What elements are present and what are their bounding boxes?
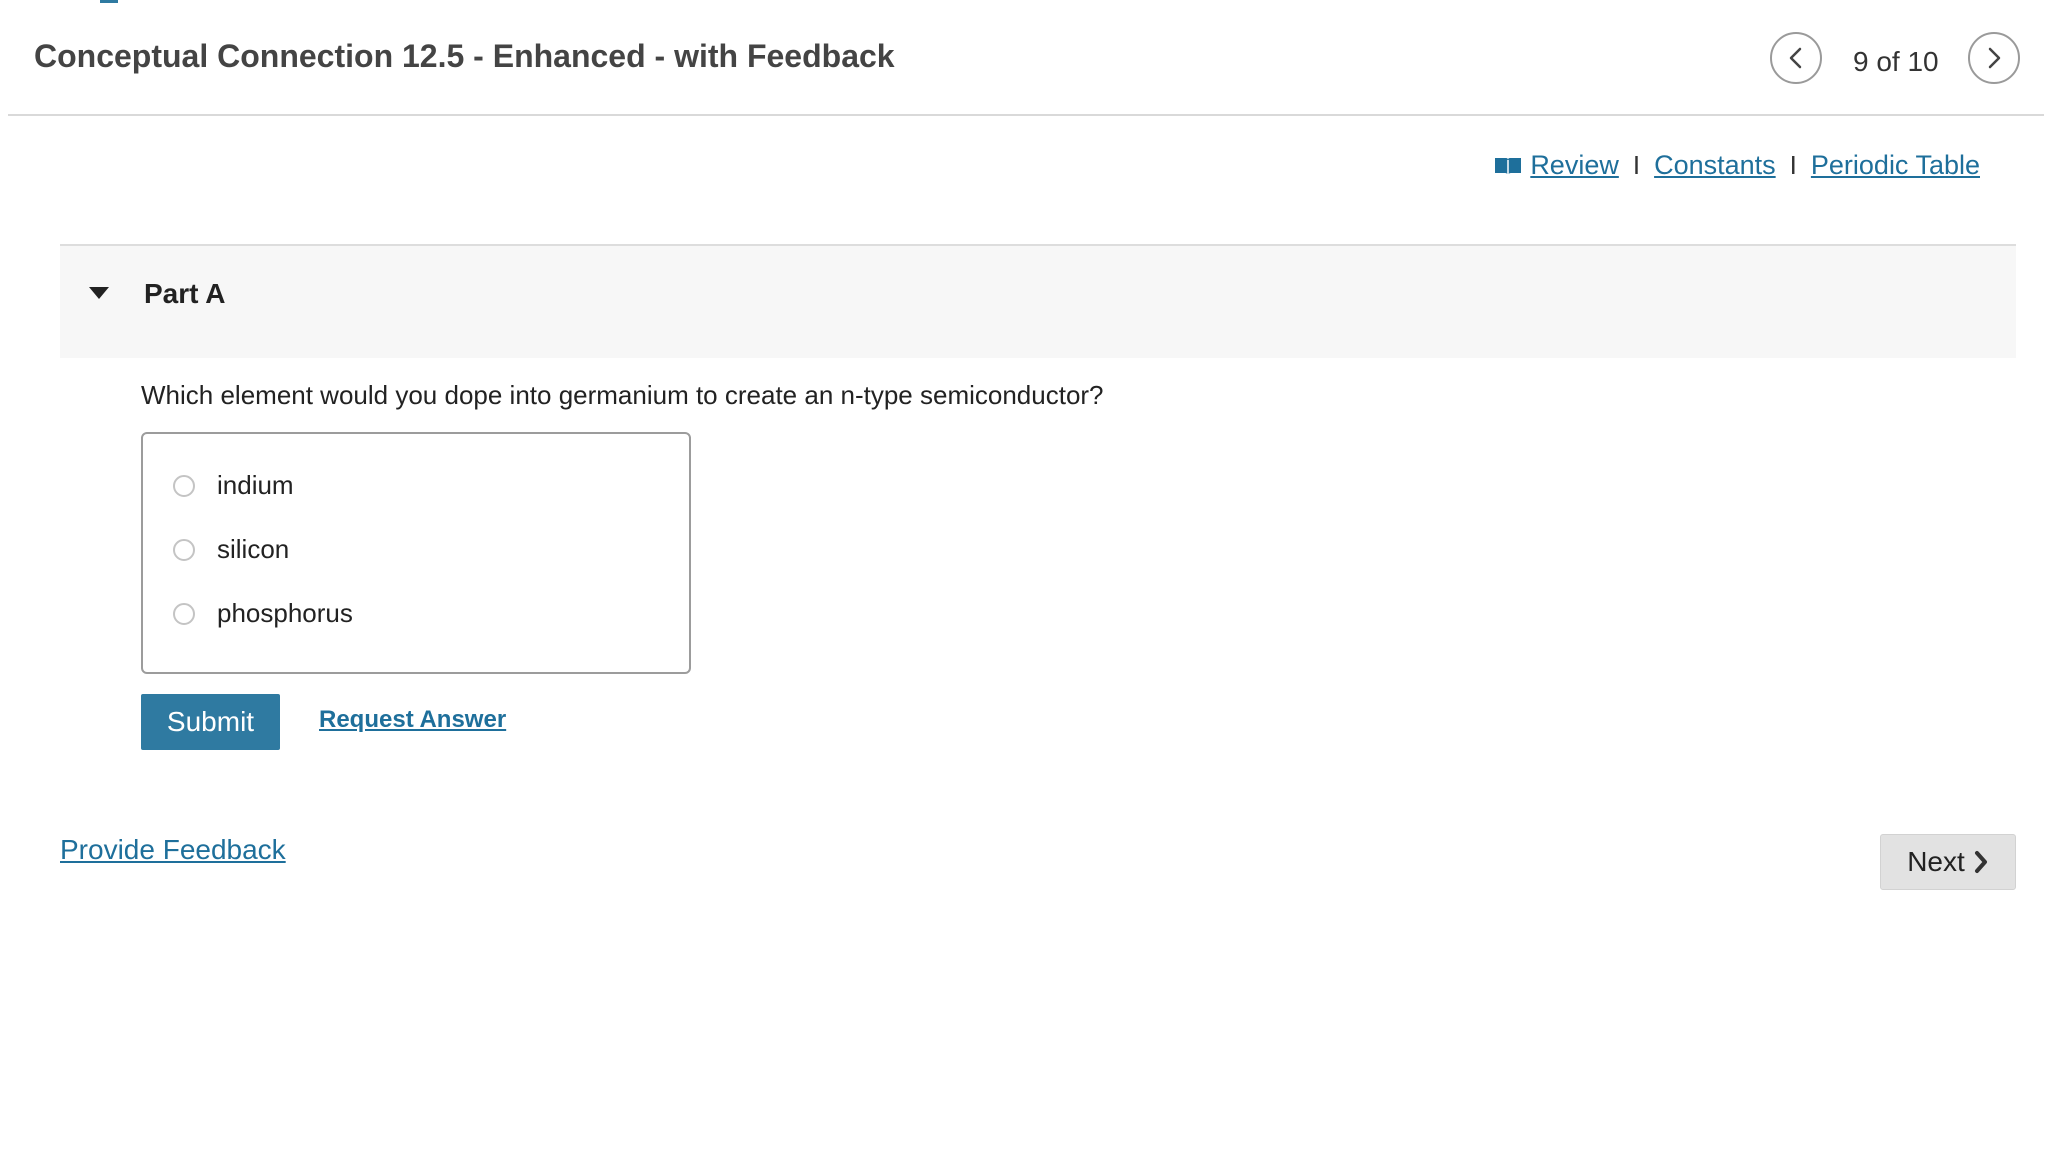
header: Conceptual Connection 12.5 - Enhanced - … [8,0,2044,116]
radio-button[interactable] [173,602,195,625]
chevron-right-icon [1988,47,2001,69]
submit-button[interactable]: Submit [141,694,280,750]
part-a-header[interactable]: Part A [60,244,2016,358]
pagination-indicator: 9 of 10 [1853,46,1939,77]
radio-button[interactable] [173,474,195,497]
choice-label: phosphorus [217,598,353,628]
constants-link[interactable]: Constants [1654,150,1776,181]
choice-silicon[interactable]: silicon [173,534,289,565]
link-separator: I [1632,150,1641,180]
choice-phosphorus[interactable]: phosphorus [173,598,353,629]
previous-item-button[interactable] [1770,32,1822,84]
radio-button[interactable] [173,538,195,561]
book-icon [1495,157,1522,175]
choice-label: silicon [217,534,290,564]
review-link[interactable]: Review [1530,150,1619,181]
next-button[interactable]: Next [1880,834,2016,890]
periodic-table-link[interactable]: Periodic Table [1811,150,1980,181]
provide-feedback-link[interactable]: Provide Feedback [60,834,286,866]
chevron-left-icon [1789,47,1802,69]
link-separator: I [1789,150,1797,180]
question-text: Which element would you dope into german… [141,380,1104,410]
resource-links: Review I Constants I Periodic Table [1494,150,1980,181]
choice-indium[interactable]: indium [173,470,294,501]
next-label: Next [1907,846,1965,877]
request-answer-link[interactable]: Request Answer [319,706,506,734]
chevron-right-icon [1974,851,1987,873]
page-title: Conceptual Connection 12.5 - Enhanced - … [34,38,895,74]
answer-choices: indium silicon phosphorus [141,432,691,674]
caret-down-icon [89,287,109,299]
next-item-button[interactable] [1968,32,2020,84]
part-title: Part A [144,278,226,309]
choice-label: indium [217,470,294,500]
